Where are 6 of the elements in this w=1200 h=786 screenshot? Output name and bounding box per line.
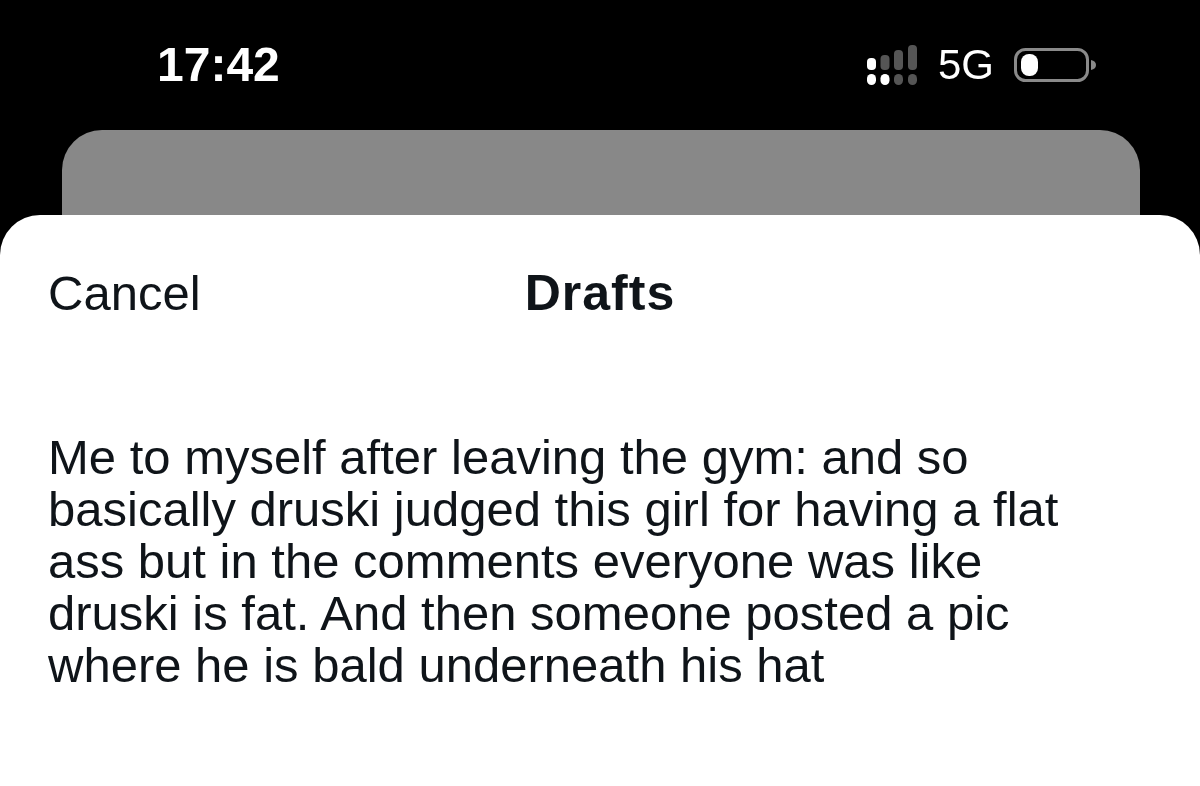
status-time: 17:42	[157, 41, 280, 89]
cancel-button[interactable]: Cancel	[48, 267, 201, 319]
draft-text[interactable]: Me to myself after leaving the gym: and so basically druski judged this girl for having a flat ass but in the comments everyone was like druski is fat. And then someone posted a pic where he is bald underneath his hat	[48, 431, 1059, 691]
battery-icon	[1014, 48, 1096, 82]
sheet-title: Drafts	[524, 265, 676, 321]
network-type: 5G	[937, 44, 994, 86]
